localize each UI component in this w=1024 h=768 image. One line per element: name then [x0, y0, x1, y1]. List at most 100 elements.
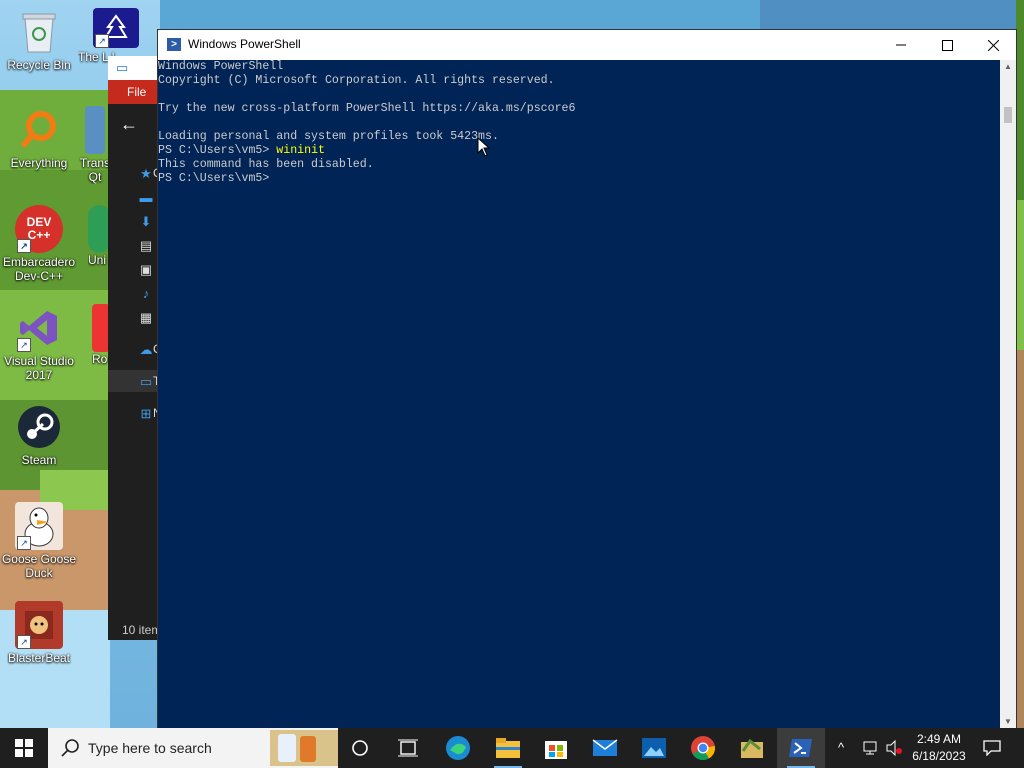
powershell-icon: [789, 739, 812, 757]
taskbar-chrome[interactable]: [679, 728, 727, 768]
downloads-icon[interactable]: ⬇: [138, 214, 154, 230]
desktop-icon-label: Visual Studio 2017: [4, 354, 74, 382]
console-line: PS C:\Users\vm5> wininit: [158, 144, 1000, 158]
shortcut-arrow-icon: ↗: [17, 338, 31, 352]
goose-icon: ↗: [15, 502, 63, 550]
powershell-icon: >: [167, 38, 181, 51]
console-prompt: PS C:\Users\vm5>: [158, 172, 277, 185]
taskbar-photos[interactable]: [630, 728, 678, 768]
taskbar-powershell[interactable]: [777, 728, 825, 768]
pictures-icon[interactable]: ▣: [138, 262, 154, 278]
network-icon[interactable]: ⊞: [138, 406, 154, 422]
windows-logo-icon: [15, 739, 33, 757]
desktop-icon-label: Goose Goose Duck: [1, 552, 77, 580]
taskbar-mail[interactable]: [581, 728, 629, 768]
recycle-bin-icon: [15, 8, 63, 56]
console-text: Try the new cross-platform PowerShell ht…: [158, 102, 576, 115]
desktop-icon-qt[interactable]: Trans Qt: [78, 106, 112, 184]
taskbar-app[interactable]: [728, 728, 776, 768]
mail-icon: [592, 739, 618, 756]
shortcut-arrow-icon: ↗: [95, 34, 109, 48]
app-icon: [741, 738, 763, 758]
search-highlight-image: [270, 730, 338, 766]
shortcut-arrow-icon: ↗: [17, 536, 31, 550]
desktop-folder-icon[interactable]: ▬: [138, 190, 154, 206]
steam-icon: [15, 403, 63, 451]
task-view-icon: [398, 739, 418, 757]
search-icon: [61, 739, 79, 757]
computer-icon: ▭: [116, 60, 129, 75]
desktop-icon-label: Steam: [21, 453, 57, 467]
clock-time: 2:49 AM: [916, 732, 962, 746]
cortana-icon: [352, 740, 368, 756]
powershell-window[interactable]: > Windows PowerShell Windows PowerShell C…: [158, 30, 1016, 728]
scrollbar-thumb[interactable]: [1004, 107, 1012, 123]
desktop-icon-everything[interactable]: Everything: [1, 106, 77, 170]
console-line: PS C:\Users\vm5>: [158, 172, 1000, 186]
desktop-icon-steam[interactable]: Steam: [1, 403, 77, 467]
explorer-status-bar: 10 item: [122, 623, 162, 637]
close-icon: [987, 39, 999, 51]
show-hidden-icons-chevron-icon[interactable]: ^: [838, 740, 844, 755]
action-center-button[interactable]: [970, 728, 1014, 768]
desktop-icon-devcpp[interactable]: DEV C++ ↗ Embarcadero Dev-C++: [1, 205, 77, 283]
edge-icon: [446, 736, 470, 760]
file-menu-tab[interactable]: File: [108, 80, 164, 104]
this-pc-icon[interactable]: ▭: [138, 374, 154, 390]
qt-app-icon: [85, 106, 105, 154]
videos-icon[interactable]: ▦: [138, 310, 154, 326]
desktop-icon-label: Trans Qt: [79, 156, 111, 184]
console-command: wininit: [276, 144, 325, 157]
music-icon[interactable]: ♪: [138, 286, 154, 302]
console-text: This command has been disabled.: [158, 158, 374, 171]
desktop-icon-blasterbeat[interactable]: ↗ BlasterBeat: [1, 601, 77, 665]
minimize-icon: [896, 44, 906, 46]
taskbar-file-explorer[interactable]: [484, 728, 532, 768]
maximize-button[interactable]: [924, 30, 970, 60]
console-text: Copyright (C) Microsoft Corporation. All…: [158, 74, 555, 87]
start-button[interactable]: [0, 728, 48, 768]
taskbar-clock[interactable]: 2:49 AM 6/18/2023: [906, 731, 972, 765]
store-icon: [545, 741, 567, 759]
powershell-titlebar[interactable]: > Windows PowerShell: [158, 30, 1016, 60]
maximize-icon: [941, 39, 953, 51]
scroll-up-arrow-icon[interactable]: ▲: [1004, 62, 1012, 71]
minimize-button[interactable]: [878, 30, 924, 60]
desktop-icon-label: Uni: [88, 253, 107, 267]
console-output[interactable]: Windows PowerShell Copyright (C) Microsof…: [158, 60, 1000, 728]
shortcut-arrow-icon: ↗: [17, 635, 31, 649]
taskbar-edge[interactable]: [434, 728, 482, 768]
search-placeholder: Type here to search: [88, 740, 212, 756]
desktop-icon-label: BlasterBeat: [7, 651, 71, 665]
taskbar-search-box[interactable]: Type here to search: [48, 728, 338, 768]
console-scrollbar[interactable]: ▲ ▼: [1000, 60, 1016, 728]
console-line: Loading personal and system profiles too…: [158, 130, 1000, 144]
chrome-icon: [691, 736, 716, 761]
console-text: Loading personal and system profiles too…: [158, 130, 499, 143]
scroll-down-arrow-icon[interactable]: ▼: [1004, 717, 1012, 726]
desktop-icon-recycle-bin[interactable]: Recycle Bin: [1, 8, 77, 72]
network-status-icon[interactable]: [862, 740, 880, 759]
quick-access-star-icon[interactable]: ★: [138, 166, 154, 182]
desktop-icon-label: Everything: [10, 156, 68, 170]
volume-muted-icon[interactable]: [886, 739, 904, 759]
taskbar-store[interactable]: [532, 728, 580, 768]
desktop-icon-label: Ro: [92, 352, 108, 366]
close-button[interactable]: [970, 30, 1016, 60]
back-arrow-icon[interactable]: ←: [120, 114, 138, 135]
blasterbeat-icon: ↗: [15, 601, 63, 649]
cortana-button[interactable]: [336, 728, 384, 768]
onedrive-icon[interactable]: ☁: [138, 342, 154, 358]
notification-icon: [983, 740, 1001, 756]
console-line: This command has been disabled.: [158, 158, 1000, 172]
desktop-icon-goose[interactable]: ↗ Goose Goose Duck: [1, 502, 77, 580]
visual-studio-icon: ↗: [15, 304, 63, 352]
unity-icon: [88, 205, 110, 253]
everything-search-icon: [15, 106, 63, 154]
task-view-button[interactable]: [384, 728, 432, 768]
desktop-icon-label: Recycle Bin: [7, 58, 71, 72]
desktop-icon-visual-studio[interactable]: ↗ Visual Studio 2017: [1, 304, 77, 382]
documents-icon[interactable]: ▤: [138, 238, 154, 254]
